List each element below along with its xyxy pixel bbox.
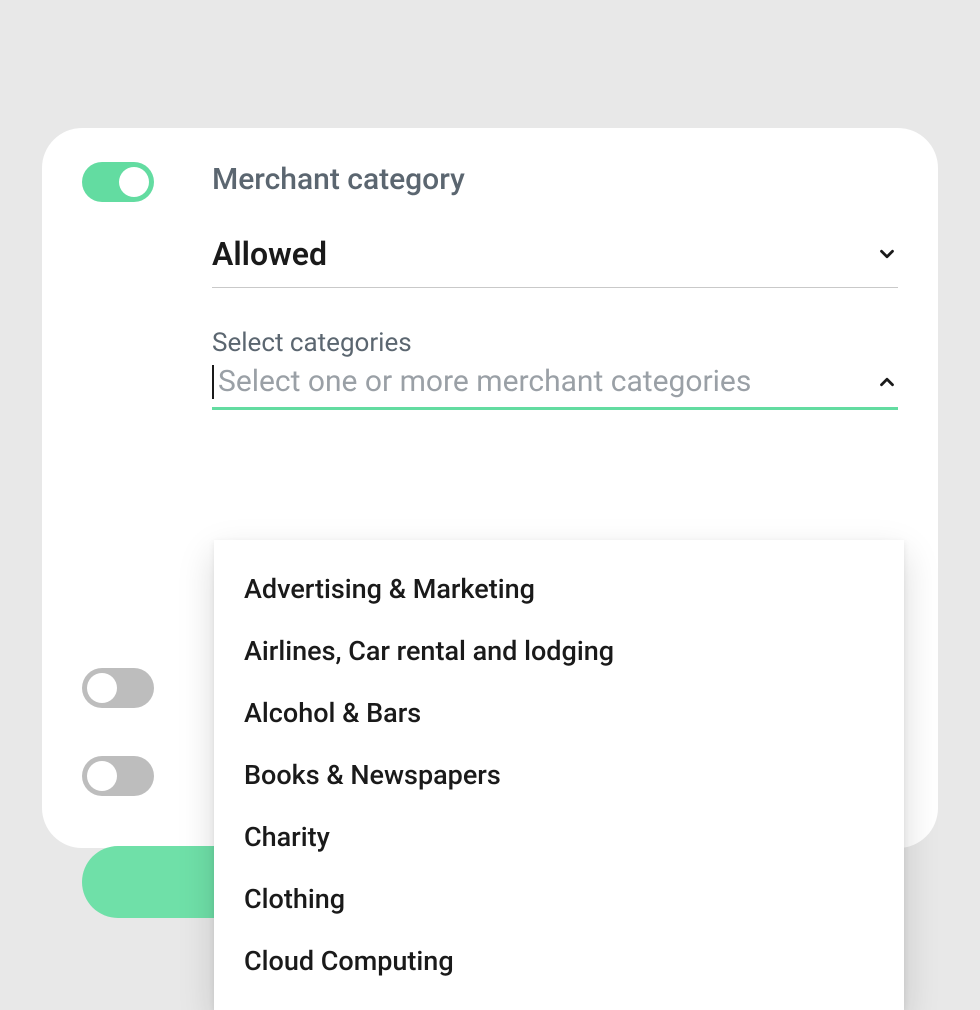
category-option[interactable]: Books & Newspapers [214, 744, 904, 806]
chevron-up-icon [876, 371, 898, 393]
toggle-knob [87, 673, 117, 703]
categories-dropdown[interactable]: Advertising & Marketing Airlines, Car re… [214, 540, 904, 1010]
text-caret [212, 365, 214, 399]
categories-placeholder: Select one or more merchant categories [218, 364, 751, 399]
secondary-toggle-2[interactable] [82, 756, 154, 796]
mode-select[interactable]: Allowed [212, 235, 898, 288]
category-option[interactable]: Clothing [214, 868, 904, 930]
mode-select-value: Allowed [212, 235, 327, 273]
category-option[interactable]: Airlines, Car rental and lodging [214, 620, 904, 682]
toggle-knob [87, 761, 117, 791]
toggle-column [82, 156, 212, 202]
category-option[interactable]: Charity [214, 806, 904, 868]
categories-input-wrap: Select one or more merchant categories [212, 364, 751, 399]
categories-field-label: Select categories [212, 328, 898, 358]
settings-card: Merchant category Allowed Select categor… [42, 128, 938, 848]
categories-multiselect[interactable]: Select one or more merchant categories [212, 364, 898, 410]
merchant-category-row: Merchant category Allowed Select categor… [82, 156, 898, 410]
merchant-category-content: Merchant category Allowed Select categor… [212, 156, 898, 410]
toggle-knob [119, 167, 149, 197]
secondary-toggles-group [82, 668, 154, 844]
category-option[interactable]: Cloud Computing [214, 930, 904, 992]
merchant-category-title: Merchant category [212, 162, 898, 197]
merchant-category-toggle[interactable] [82, 162, 154, 202]
category-option[interactable]: Alcohol & Bars [214, 682, 904, 744]
chevron-down-icon [876, 243, 898, 265]
category-option[interactable]: Advertising & Marketing [214, 558, 904, 620]
secondary-toggle-1[interactable] [82, 668, 154, 708]
